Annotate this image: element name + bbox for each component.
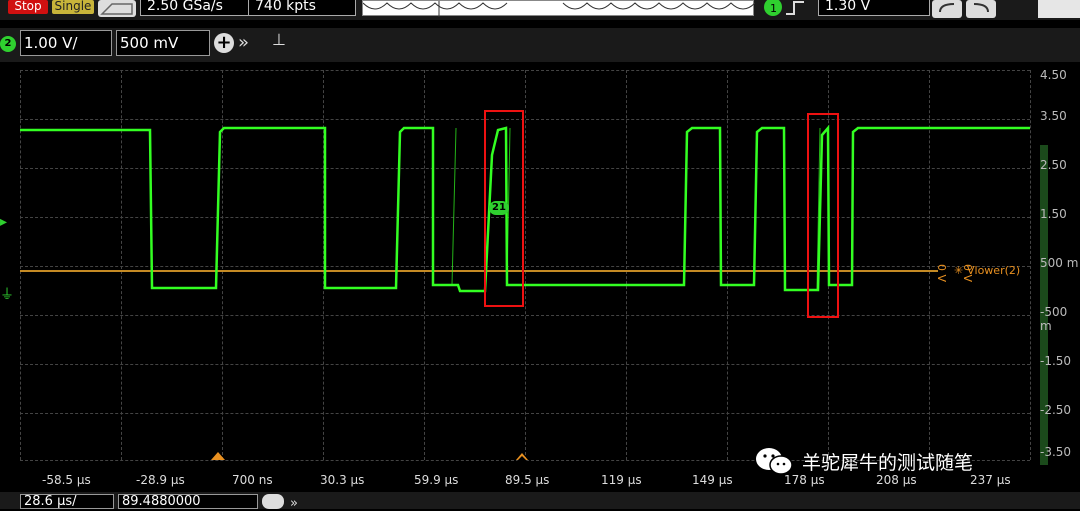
time-reference-marker-inner <box>517 456 527 461</box>
trigger-position-marker[interactable] <box>211 452 225 460</box>
waveform-tag: 21 <box>489 201 509 215</box>
trigger-level-marker-icon[interactable]: ▸ <box>0 214 7 230</box>
channel-ground-marker-icon[interactable]: ⏚ <box>0 284 14 304</box>
wechat-icon <box>756 448 793 475</box>
cursor-cross-icon: ✳ <box>954 264 964 277</box>
cursor-label: Vlower(2) <box>967 264 1021 277</box>
x-axis-label: 89.5 µs <box>505 473 550 487</box>
x-axis-label: 59.9 µs <box>414 473 459 487</box>
cursor-marker-a: 0 V <box>935 264 948 283</box>
waveform-trace <box>20 124 1030 293</box>
x-axis-label: 119 µs <box>601 473 642 487</box>
highlight-box <box>807 113 839 318</box>
horizontal-scale-field[interactable]: 28.6 µs/ <box>20 494 114 509</box>
x-axis-label: 237 µs <box>970 473 1011 487</box>
x-axis-label: -58.5 µs <box>42 473 91 487</box>
time-reference-button[interactable] <box>262 494 284 509</box>
x-axis-label: -28.9 µs <box>136 473 185 487</box>
x-axis-label: 700 ns <box>232 473 273 487</box>
x-axis-label: 30.3 µs <box>320 473 365 487</box>
x-axis-label: 149 µs <box>692 473 733 487</box>
watermark-text: 羊驼犀牛的测试随笔 <box>802 452 974 474</box>
horizontal-delay-field[interactable]: 89.4880000 <box>118 494 258 509</box>
